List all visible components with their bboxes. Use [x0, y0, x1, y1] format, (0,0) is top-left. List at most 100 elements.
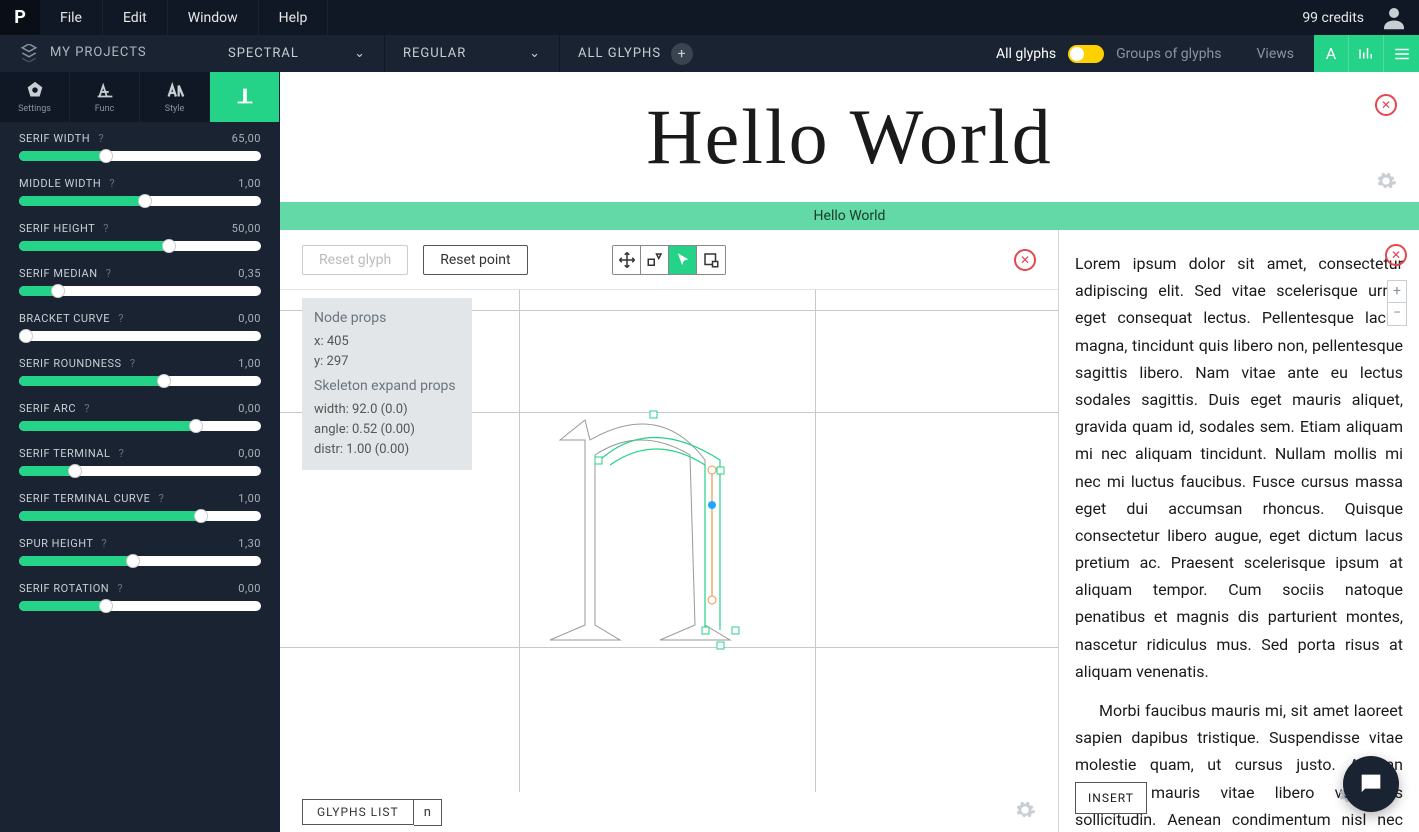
app-logo[interactable]: P: [0, 0, 40, 35]
slider-track[interactable]: [19, 421, 261, 431]
sidebar: Settings Func Style SERIF WIDTH ?65,00MI…: [0, 72, 280, 832]
node-x-value: x: 405: [314, 332, 460, 352]
chevron-down-icon: ⌄: [354, 46, 366, 61]
sidebar-tabs: Settings Func Style: [0, 72, 280, 122]
glyph-canvas[interactable]: Node props x: 405 y: 297 Skeleton expand…: [280, 290, 1058, 792]
editor-bottom-bar: GLYPHS LIST n: [280, 792, 1058, 832]
views-label[interactable]: Views: [1237, 46, 1315, 62]
sidebar-tab-style[interactable]: Style: [140, 72, 210, 122]
slider-track[interactable]: [19, 511, 261, 521]
skeleton-props-heading: Skeleton expand props: [314, 376, 460, 398]
add-node-tool[interactable]: [697, 246, 725, 274]
node-properties-panel: Node props x: 405 y: 297 Skeleton expand…: [302, 298, 472, 470]
menu-window[interactable]: Window: [168, 0, 259, 35]
secondbar: MY PROJECTS SPECTRAL ⌄ REGULAR ⌄ ALL GLY…: [0, 35, 1419, 72]
skeleton-angle: angle: 0.52 (0.00): [314, 420, 460, 440]
zoom-control: + −: [1387, 280, 1407, 326]
menu-help[interactable]: Help: [259, 0, 329, 35]
move-tool[interactable]: [613, 246, 641, 274]
slider-track[interactable]: [19, 376, 261, 386]
editor-tool-group: [612, 245, 726, 275]
skeleton-width: width: 92.0 (0.0): [314, 400, 460, 420]
toggle-switch[interactable]: [1068, 45, 1104, 63]
insert-button[interactable]: INSERT: [1075, 782, 1147, 814]
shapes-tool[interactable]: [641, 246, 669, 274]
view-tab-text[interactable]: A: [1314, 35, 1349, 72]
chevron-down-icon: ⌄: [529, 46, 541, 61]
slider-serif-terminal-curve: SERIF TERMINAL CURVE ?1,00: [0, 482, 280, 527]
slider-serif-height: SERIF HEIGHT ?50,00: [0, 212, 280, 257]
slider-serif-median: SERIF MEDIAN ?0,35: [0, 257, 280, 302]
close-text-button[interactable]: ✕: [1385, 244, 1407, 266]
slider-track[interactable]: [19, 556, 261, 566]
node-props-heading: Node props: [314, 308, 460, 330]
menu-edit[interactable]: Edit: [103, 0, 168, 35]
select-tool[interactable]: [669, 246, 697, 274]
view-tab-bars[interactable]: [1349, 35, 1384, 72]
zoom-out-button[interactable]: −: [1388, 303, 1406, 325]
editor-toolbar: Reset glyph Reset point ✕: [280, 230, 1058, 290]
help-icon[interactable]: ?: [103, 222, 109, 235]
lorem-text-column: ✕ + − Lorem ipsum dolor sit amet, consec…: [1059, 230, 1419, 832]
sidebar-tab-serif[interactable]: [210, 72, 280, 122]
menu-file[interactable]: File: [40, 0, 103, 35]
slider-bracket-curve: BRACKET CURVE ?0,00: [0, 302, 280, 347]
slider-serif-terminal: SERIF TERMINAL ?0,00: [0, 437, 280, 482]
slider-middle-width: MIDDLE WIDTH ?1,00: [0, 167, 280, 212]
slider-serif-rotation: SERIF ROTATION ?0,00: [0, 572, 280, 617]
preview-caption-bar: Hello World: [280, 202, 1419, 230]
menubar: P File Edit Window Help 99 credits: [0, 0, 1419, 35]
zoom-in-button[interactable]: +: [1388, 281, 1406, 303]
all-glyphs-button[interactable]: ALL GLYPHS +: [560, 35, 711, 72]
my-projects-button[interactable]: MY PROJECTS: [0, 35, 210, 72]
slider-track[interactable]: [19, 151, 261, 161]
user-icon[interactable]: [1379, 3, 1409, 33]
help-icon[interactable]: ?: [101, 537, 107, 550]
glyphs-list-button[interactable]: GLYPHS LIST: [302, 799, 414, 825]
font-family-dropdown[interactable]: SPECTRAL ⌄: [210, 35, 385, 72]
sidebar-tab-settings[interactable]: Settings: [0, 72, 70, 122]
slider-track[interactable]: [19, 241, 261, 251]
slider-track[interactable]: [19, 286, 261, 296]
help-icon[interactable]: ?: [118, 312, 124, 325]
slider-track[interactable]: [19, 466, 261, 476]
close-preview-button[interactable]: ✕: [1375, 94, 1397, 116]
glyph-grouping-toggle: All glyphs Groups of glyphs: [981, 45, 1237, 63]
current-glyph-chip[interactable]: n: [414, 799, 442, 826]
help-icon[interactable]: ?: [119, 447, 125, 460]
glyph-outline: [540, 405, 800, 665]
gear-icon[interactable]: [1014, 799, 1036, 825]
preview-header: Hello World ✕: [280, 72, 1419, 202]
slider-track[interactable]: [19, 601, 261, 611]
view-mode-tabs: A: [1314, 35, 1419, 72]
help-icon[interactable]: ?: [117, 582, 123, 595]
node-y-value: y: 297: [314, 352, 460, 372]
gear-icon[interactable]: [1375, 170, 1397, 196]
my-projects-label: MY PROJECTS: [50, 45, 147, 60]
view-tab-menu[interactable]: [1384, 35, 1419, 72]
glyph-editor: Reset glyph Reset point ✕ Node props x: …: [280, 230, 1059, 832]
help-icon[interactable]: ?: [84, 402, 90, 415]
slider-track[interactable]: [19, 331, 261, 341]
help-icon[interactable]: ?: [159, 492, 165, 505]
main-area: Hello World ✕ Hello World Reset glyph Re…: [280, 72, 1419, 832]
close-editor-button[interactable]: ✕: [1014, 249, 1036, 271]
slider-serif-roundness: SERIF ROUNDNESS ?1,00: [0, 347, 280, 392]
help-icon[interactable]: ?: [130, 357, 136, 370]
sidebar-tab-func[interactable]: Func: [70, 72, 140, 122]
slider-serif-arc: SERIF ARC ?0,00: [0, 392, 280, 437]
lorem-paragraph-1: Lorem ipsum dolor sit amet, consectetur …: [1075, 250, 1403, 685]
slider-track[interactable]: [19, 196, 261, 206]
skeleton-distr: distr: 1.00 (0.00): [314, 440, 460, 460]
plus-icon[interactable]: +: [671, 43, 693, 65]
credits-label: 99 credits: [1302, 10, 1364, 26]
help-icon[interactable]: ?: [98, 132, 104, 145]
reset-glyph-button[interactable]: Reset glyph: [302, 245, 408, 275]
help-icon[interactable]: ?: [106, 267, 112, 280]
preview-text: Hello World: [646, 92, 1052, 182]
help-icon[interactable]: ?: [109, 177, 115, 190]
reset-point-button[interactable]: Reset point: [423, 245, 527, 275]
chat-fab[interactable]: [1343, 756, 1399, 812]
slider-spur-height: SPUR HEIGHT ?1,30: [0, 527, 280, 572]
font-weight-dropdown[interactable]: REGULAR ⌄: [385, 35, 560, 72]
